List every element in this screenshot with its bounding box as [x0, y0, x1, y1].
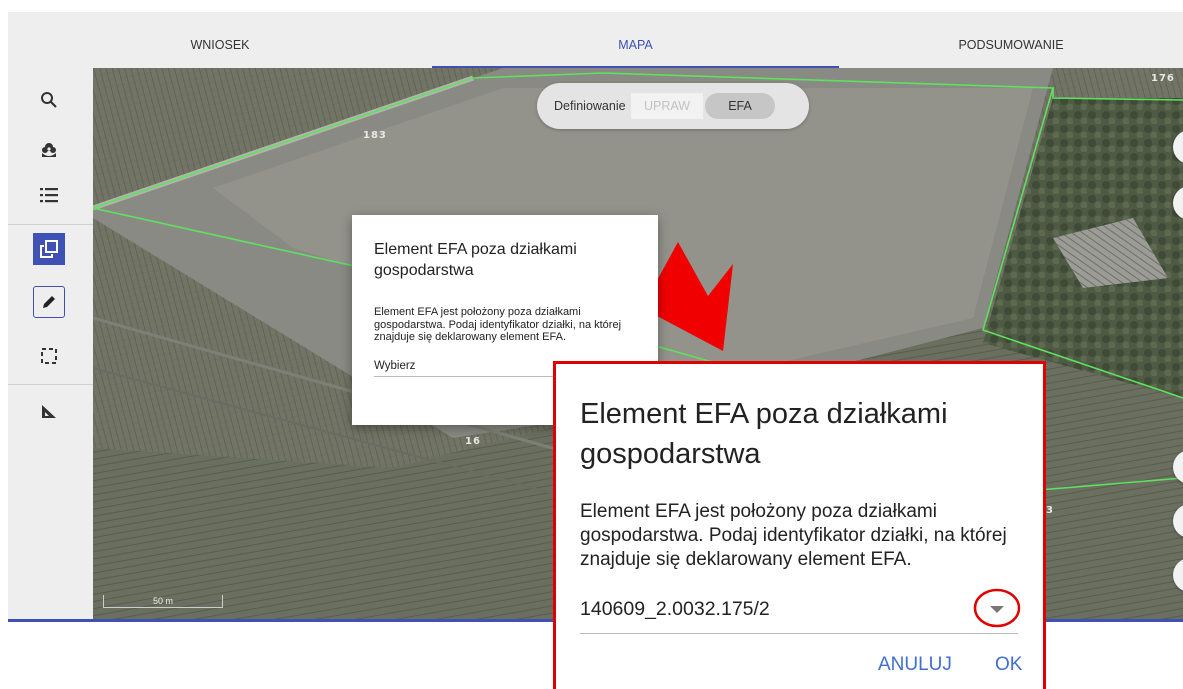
toolbar-divider: [8, 224, 93, 225]
tab-mapa[interactable]: MAPA: [432, 12, 839, 68]
parcel-label: 3: [1046, 505, 1054, 516]
copy-polygon-icon: [40, 240, 58, 258]
parcel-select[interactable]: Wybierz: [374, 360, 415, 372]
dialog-message: Element EFA jest położony poza działkami…: [580, 501, 1007, 570]
parcel-label: 16: [465, 436, 481, 447]
select-area-tool-button[interactable]: [33, 340, 65, 372]
tab-podsumowanie[interactable]: PODSUMOWANIE: [839, 12, 1183, 68]
definition-mode-toggle: Definiowanie UPRAW EFA: [537, 83, 809, 129]
list-icon: [40, 188, 58, 203]
mode-toggle-label: Definiowanie: [554, 99, 626, 113]
plant-icon: [42, 143, 56, 157]
dropdown-arrow-icon: [973, 588, 1021, 628]
measure-icon: [42, 405, 56, 418]
cancel-button[interactable]: ANULUJ: [878, 654, 952, 676]
mode-option-upraw[interactable]: UPRAW: [631, 93, 703, 119]
copy-polygon-button[interactable]: [33, 233, 65, 265]
tab-wniosek[interactable]: WNIOSEK: [8, 12, 432, 68]
dropdown-toggle[interactable]: [972, 587, 1022, 629]
measure-tool-button[interactable]: [33, 395, 65, 427]
dialog-title: Element EFA poza działkami gospodarstwa: [580, 398, 948, 470]
mode-option-efa[interactable]: EFA: [705, 93, 775, 119]
efa-dialog-zoomed: Element EFA poza działkami gospodarstwa …: [553, 361, 1046, 689]
map-toolbar: [8, 68, 93, 620]
pencil-icon: [43, 296, 55, 308]
parcel-label: 183: [363, 130, 387, 141]
select-underline: [580, 633, 1018, 634]
select-area-icon: [41, 348, 57, 364]
dialog-message: Element EFA jest położony poza działkami…: [374, 306, 622, 343]
parcel-select[interactable]: 140609_2.0032.175/2: [580, 598, 770, 621]
map-scale-bar: 50 m: [103, 595, 223, 608]
parcel-label: 176: [1151, 73, 1175, 84]
draw-tool-button[interactable]: [33, 286, 65, 318]
dialog-title: Element EFA poza działkami gospodarstwa: [374, 241, 577, 279]
crop-tool-button[interactable]: [33, 134, 65, 166]
top-tab-bar: WNIOSEK MAPA PODSUMOWANIE: [8, 12, 1183, 69]
ok-button[interactable]: OK: [995, 654, 1022, 676]
toolbar-divider: [8, 384, 93, 385]
search-icon: [41, 92, 57, 108]
list-tool-button[interactable]: [33, 179, 65, 211]
search-tool-button[interactable]: [33, 84, 65, 116]
